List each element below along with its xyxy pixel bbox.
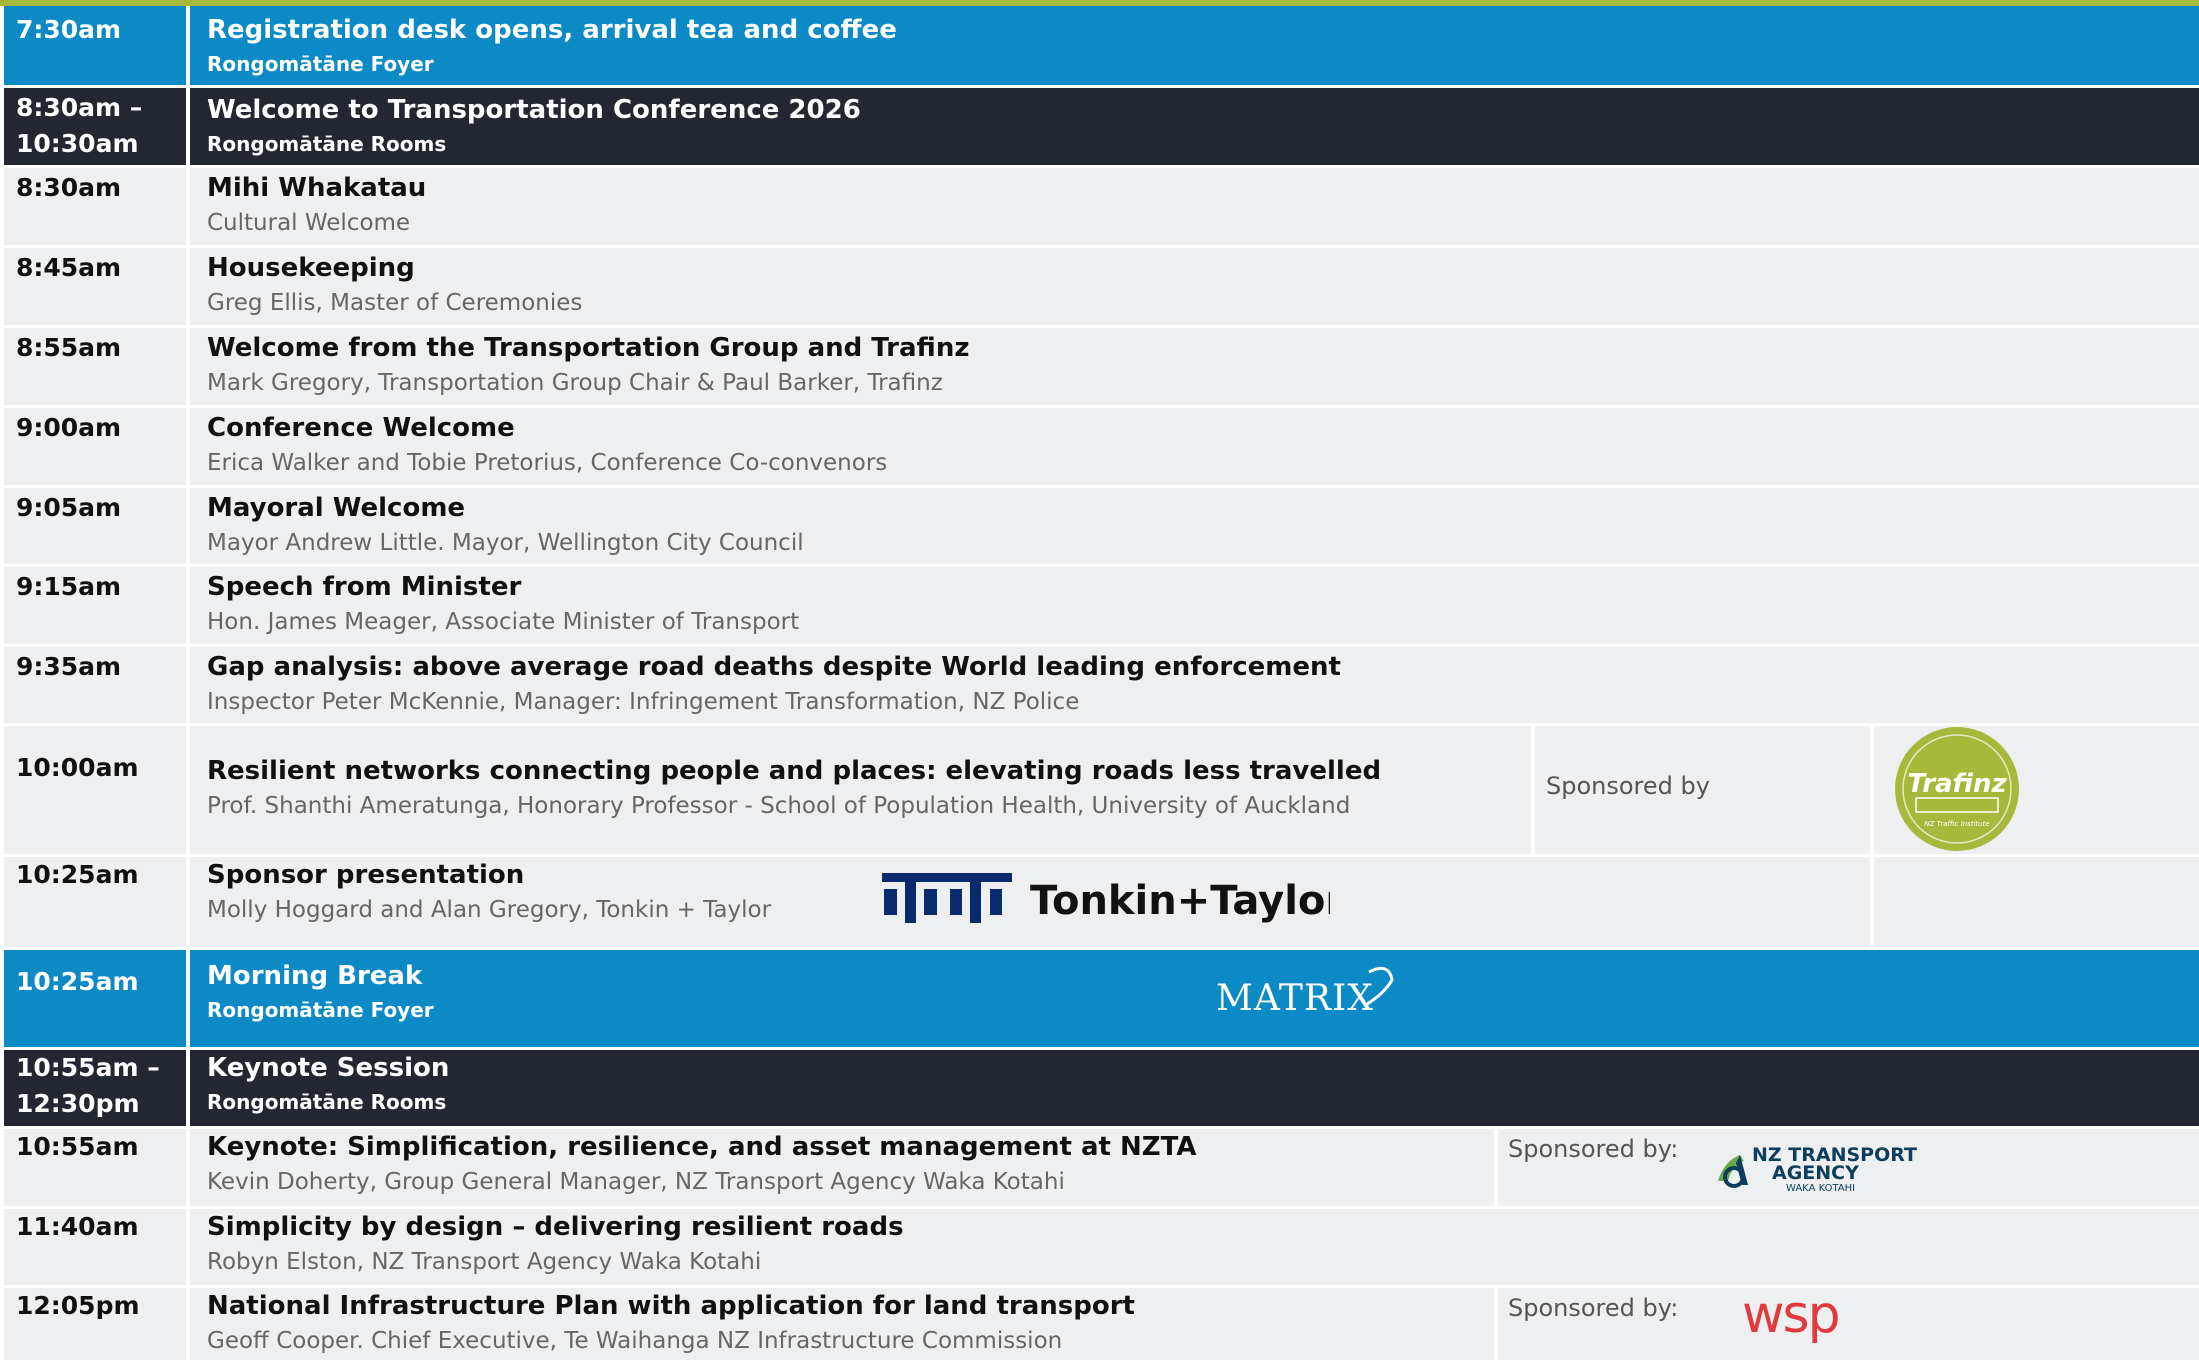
session-title: Morning Break (207, 961, 423, 991)
time-label: 10:25am (4, 857, 186, 947)
agenda-row-sponsored: 10:00am Resilient networks connecting pe… (4, 726, 2199, 854)
session-location: Rongomātāne Foyer (207, 52, 434, 76)
session-title: Gap analysis: above average road deaths … (207, 652, 1341, 682)
nzta-line2: AGENCY (1772, 1162, 1859, 1184)
time-label: 10:55am (4, 1129, 186, 1206)
session-title: Mayoral Welcome (207, 493, 466, 523)
session-speaker: Mayor Andrew Little. Mayor, Wellington C… (207, 530, 804, 556)
matrix-wordmark: MATRIX (1216, 978, 1374, 1019)
agenda-row-keynote-block: 10:55am – 12:30pm Keynote Session Rongom… (4, 1050, 2199, 1126)
trafinz-logo-text: Trafinz (1907, 769, 2007, 799)
tonkin-taylor-wordmark: Tonkin+Taylor (1030, 878, 1330, 924)
agenda-row-registration: 7:30am Registration desk opens, arrival … (4, 6, 2199, 85)
tonkin-taylor-logo: Tonkin+Taylor (880, 867, 1345, 931)
time-label: 9:35am (4, 647, 186, 723)
session-speaker: Cultural Welcome (207, 210, 411, 236)
time-label: 11:40am (4, 1209, 186, 1285)
agenda-row-sponsor-presentation: 10:25am Sponsor presentation Molly Hogga… (4, 857, 2199, 947)
time-label: 8:30am (4, 168, 186, 245)
time-label: 8:45am (4, 248, 186, 325)
session-title: Registration desk opens, arrival tea and… (207, 15, 897, 45)
session-speaker: Hon. James Meager, Associate Minister of… (207, 609, 800, 635)
session-title: Welcome to Transportation Conference 202… (207, 95, 861, 125)
cell-divider (1870, 857, 1874, 947)
agenda-row: 9:35am Gap analysis: above average road … (4, 647, 2199, 723)
trafinz-logo-subtext: NZ Traffic Institute (1924, 820, 1989, 828)
cell-divider (1494, 1288, 1498, 1360)
time-label: 9:15am (4, 567, 186, 644)
time-start: 10:55am – (16, 1053, 160, 1082)
session-speaker: Mark Gregory, Transportation Group Chair… (207, 370, 943, 396)
agenda-row: 8:30am Mihi Whakatau Cultural Welcome (4, 168, 2199, 245)
time-label: 7:30am (4, 6, 186, 85)
session-title: Mihi Whakatau (207, 173, 427, 203)
cell-divider (1494, 1129, 1498, 1206)
time-end: 10:30am (16, 129, 139, 158)
wsp-wordmark: wsp (1742, 1290, 1839, 1345)
session-speaker: Geoff Cooper. Chief Executive, Te Waihan… (207, 1328, 1063, 1354)
session-speaker: Erica Walker and Tobie Pretorius, Confer… (207, 450, 888, 476)
agenda-row-welcome-block: 8:30am – 10:30am Welcome to Transportati… (4, 88, 2199, 165)
agenda-row: 9:15am Speech from Minister Hon. James M… (4, 567, 2199, 644)
agenda-row: 8:55am Welcome from the Transportation G… (4, 328, 2199, 405)
time-label: 12:05pm (4, 1288, 186, 1360)
nzta-line3: WAKA KOTAHI (1786, 1183, 1855, 1194)
agenda-row: 9:00am Conference Welcome Erica Walker a… (4, 408, 2199, 485)
agenda-row-sponsored: 10:55am Keynote: Simplification, resilie… (4, 1129, 2199, 1206)
time-range: 10:55am – 12:30pm (4, 1050, 186, 1126)
session-title: Keynote Session (207, 1053, 450, 1083)
wsp-logo: wsp (1740, 1285, 1880, 1358)
agenda-row: 9:05am Mayoral Welcome Mayor Andrew Litt… (4, 488, 2199, 564)
nzta-logo: NZ TRANSPORT AGENCY WAKA KOTAHI (1714, 1141, 1944, 1197)
nzta-mark-icon (1718, 1155, 1748, 1188)
cell-divider (1531, 726, 1535, 854)
time-label: 8:55am (4, 328, 186, 405)
session-title: Housekeeping (207, 253, 415, 283)
time-label: 9:05am (4, 488, 186, 564)
session-speaker: Inspector Peter McKennie, Manager: Infri… (207, 689, 1080, 715)
time-label: 9:00am (4, 408, 186, 485)
time-label: 10:00am (4, 726, 186, 854)
agenda-row: 8:45am Housekeeping Greg Ellis, Master o… (4, 248, 2199, 325)
time-range: 8:30am – 10:30am (4, 88, 186, 165)
trafinz-logo: Trafinz NZ Traffic Institute (1894, 726, 2020, 852)
cell-divider (1870, 726, 1874, 854)
sponsored-by-label: Sponsored by: (1508, 1135, 1679, 1163)
time-label: 10:25am (4, 950, 186, 1047)
time-end: 12:30pm (16, 1089, 140, 1118)
agenda-row: 11:40am Simplicity by design – deliverin… (4, 1209, 2199, 1285)
agenda-row-morning-break: 10:25am Morning Break Rongomātāne Foyer … (4, 950, 2199, 1047)
session-title: Welcome from the Transportation Group an… (207, 333, 970, 363)
agenda-row-sponsored: 12:05pm National Infrastructure Plan wit… (4, 1285, 2199, 1360)
session-title: Simplicity by design – delivering resili… (207, 1212, 904, 1242)
session-location: Rongomātāne Foyer (207, 998, 434, 1022)
tonkin-taylor-mark-icon (882, 873, 1012, 923)
session-title: National Infrastructure Plan with applic… (207, 1291, 1135, 1321)
session-location: Rongomātāne Rooms (207, 1090, 447, 1114)
session-speaker: Robyn Elston, NZ Transport Agency Waka K… (207, 1249, 762, 1275)
matrix-logo: MATRIX (1214, 962, 1404, 1022)
session-title: Conference Welcome (207, 413, 515, 443)
session-location: Rongomātāne Rooms (207, 132, 447, 156)
sponsored-by-label: Sponsored by (1546, 772, 1710, 800)
time-start: 8:30am – (16, 93, 143, 122)
session-speaker: Greg Ellis, Master of Ceremonies (207, 290, 583, 316)
session-title: Speech from Minister (207, 572, 522, 602)
sponsored-by-label: Sponsored by: (1508, 1294, 1679, 1322)
